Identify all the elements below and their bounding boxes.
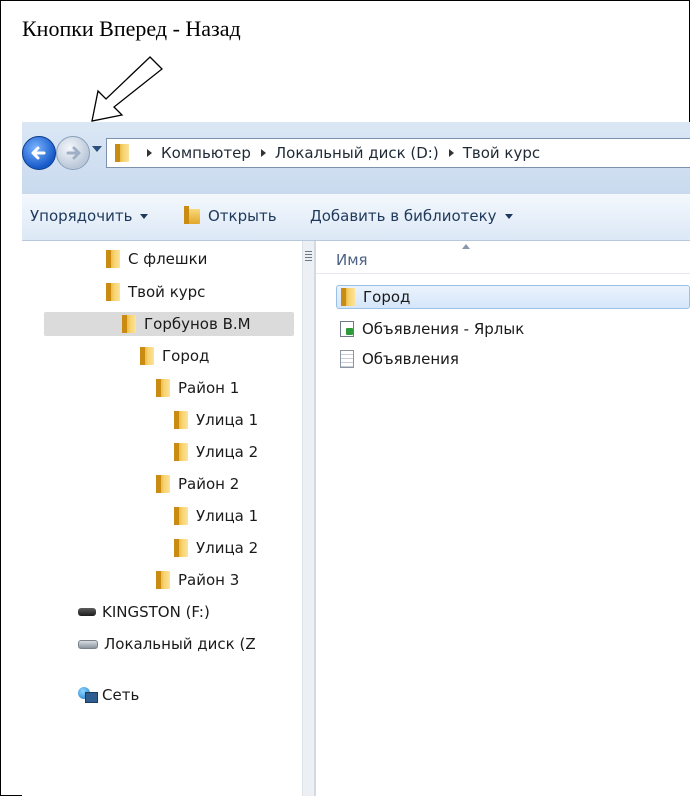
- tree-item-course[interactable]: Твой курс: [106, 280, 205, 304]
- name-column-header[interactable]: Имя: [316, 241, 690, 274]
- tree-item-district-1[interactable]: Район 1: [156, 376, 239, 400]
- address-folder-icon: [115, 144, 129, 162]
- tree-item-city[interactable]: Город: [140, 344, 209, 368]
- file-item-ads-shortcut[interactable]: Объявления - Ярлык: [340, 317, 524, 341]
- forward-arrow-icon: [66, 146, 81, 160]
- folder-icon: [174, 539, 188, 557]
- tree-item-gorbunov[interactable]: Горбунов В.М: [44, 312, 294, 336]
- folder-icon: [156, 475, 170, 493]
- tree-item-street-2b[interactable]: Улица 2: [174, 536, 258, 560]
- command-toolbar: Упорядочить Открыть Добавить в библиотек…: [22, 194, 690, 241]
- tree-item-district-3[interactable]: Район 3: [156, 568, 239, 592]
- scroll-grip-icon: [305, 251, 312, 261]
- shortcut-icon: [340, 321, 354, 337]
- network-icon: [78, 687, 98, 703]
- breadcrumb-course[interactable]: Твой курс: [448, 144, 540, 162]
- usb-drive-icon: [78, 608, 96, 616]
- navigation-bar: Компьютер Локальный диск (D:) Твой курс: [22, 122, 690, 194]
- file-item-ads-document[interactable]: Объявления: [340, 347, 459, 371]
- sort-ascending-icon: [462, 244, 470, 249]
- text-document-icon: [340, 350, 354, 368]
- add-to-library-button[interactable]: Добавить в библиотеку: [310, 207, 513, 225]
- breadcrumb-local-disk[interactable]: Локальный диск (D:): [260, 144, 439, 162]
- folder-icon: [174, 443, 188, 461]
- back-arrow-icon: [31, 146, 46, 160]
- folder-icon: [122, 315, 136, 333]
- tree-item-district-2[interactable]: Район 2: [156, 472, 239, 496]
- explorer-window: Компьютер Локальный диск (D:) Твой курс …: [22, 122, 690, 796]
- figure-caption: Кнопки Вперед - Назад: [22, 16, 241, 41]
- tree-item-network[interactable]: Сеть: [78, 683, 139, 707]
- folder-icon: [106, 283, 120, 301]
- breadcrumb-separator-icon: [260, 149, 266, 157]
- folder-icon: [341, 288, 355, 306]
- folder-icon: [174, 507, 188, 525]
- forward-button[interactable]: [56, 136, 90, 170]
- folder-icon: [174, 411, 188, 429]
- hard-drive-icon: [78, 639, 98, 649]
- address-bar[interactable]: Компьютер Локальный диск (D:) Твой курс: [106, 138, 690, 168]
- tree-item-street-2a[interactable]: Улица 2: [174, 440, 258, 464]
- file-list-pane: Имя Город Объявления - Ярлык Объявления: [316, 241, 690, 796]
- folder-icon: [156, 571, 170, 589]
- tree-item-street-1a[interactable]: Улица 1: [174, 408, 258, 432]
- open-button[interactable]: Открыть: [184, 205, 277, 225]
- tree-item-usb-folder[interactable]: С флешки: [106, 247, 207, 271]
- folder-icon: [156, 379, 170, 397]
- tree-item-local-disk-z[interactable]: Локальный диск (Z: [78, 632, 256, 656]
- breadcrumb-computer[interactable]: Компьютер: [147, 144, 251, 162]
- folder-icon: [140, 347, 154, 365]
- chevron-down-icon: [140, 213, 149, 219]
- back-button[interactable]: [22, 136, 56, 170]
- file-item-city-folder[interactable]: Город: [336, 285, 690, 309]
- folder-icon: [106, 250, 120, 268]
- breadcrumb-separator-icon: [147, 149, 152, 157]
- organize-button[interactable]: Упорядочить: [30, 207, 149, 225]
- breadcrumb-separator-icon: [448, 149, 454, 157]
- tree-item-street-1b[interactable]: Улица 1: [174, 504, 258, 528]
- pointer-arrow-icon: [91, 56, 163, 122]
- recent-pages-dropdown[interactable]: [92, 146, 102, 152]
- tree-item-kingston[interactable]: KINGSTON (F:): [78, 600, 210, 624]
- chevron-down-icon: [504, 213, 513, 219]
- open-folder-icon: [184, 205, 200, 224]
- navigation-pane: С флешки Твой курс Горбунов В.М Город Ра…: [22, 241, 302, 796]
